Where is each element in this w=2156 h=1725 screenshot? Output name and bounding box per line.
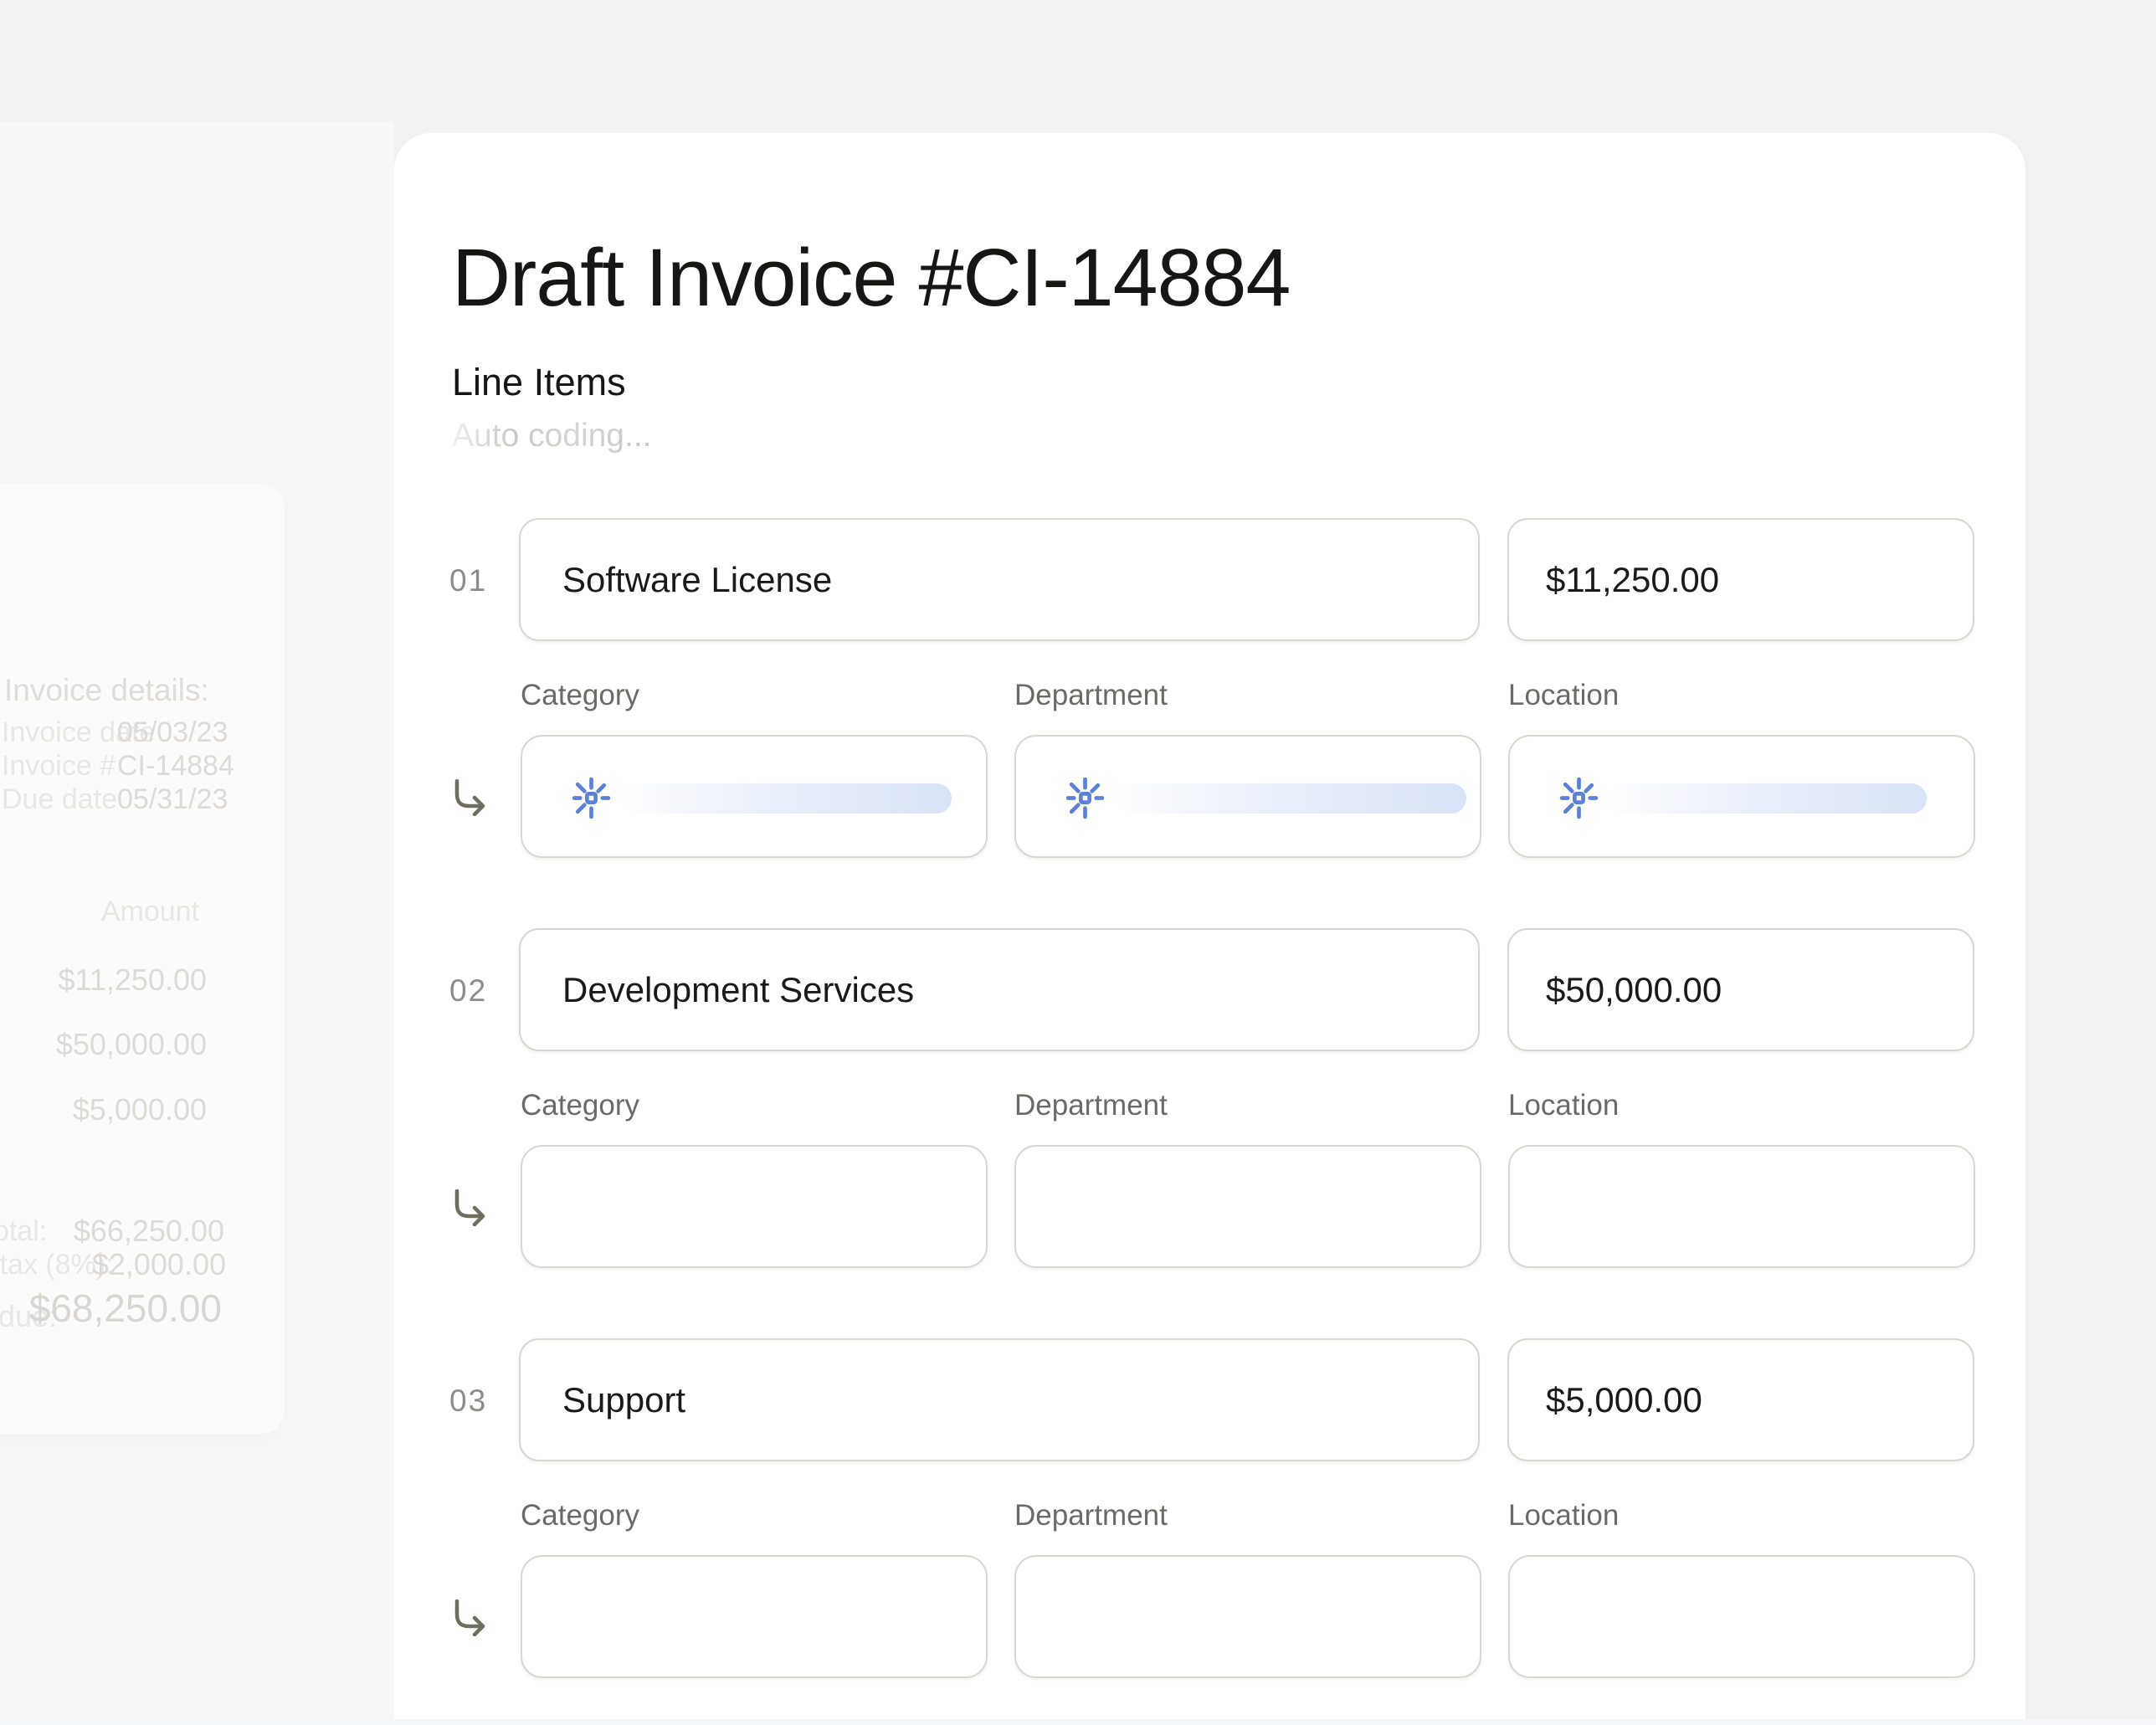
- category-select-3[interactable]: [521, 1555, 988, 1678]
- department-label-1: Department: [1014, 679, 1168, 712]
- location-select-2[interactable]: [1508, 1145, 1975, 1268]
- invoice-number-value: CI-14884: [117, 750, 224, 783]
- subrow-arrow-icon: [451, 1599, 488, 1636]
- background-invoice-panel: Invoice details: Invoice date 05/03/23 I…: [0, 484, 285, 1434]
- amount-input-1[interactable]: [1507, 518, 1974, 641]
- department-select-2[interactable]: [1014, 1145, 1481, 1268]
- subtotal-label: Subtotal:: [0, 1215, 47, 1248]
- invoice-details-heading: Invoice details:: [4, 673, 209, 708]
- due-date-value: 05/31/23: [117, 783, 224, 816]
- subrow-arrow-icon: [451, 1189, 488, 1226]
- location-label-1: Location: [1508, 679, 1619, 712]
- bg-amount-2: $50,000.00: [39, 1027, 207, 1062]
- description-input-1[interactable]: [519, 518, 1480, 641]
- line-items-heading: Line Items: [452, 361, 626, 404]
- amount-input-3[interactable]: [1507, 1338, 1974, 1461]
- description-input-2[interactable]: [519, 928, 1480, 1051]
- bottom-edge-strip: [0, 1719, 2156, 1725]
- loading-shimmer: [1609, 783, 1927, 814]
- ai-sparkle-icon: [569, 776, 613, 820]
- page-title: Draft Invoice #CI-14884: [452, 227, 1290, 328]
- department-select-3[interactable]: [1014, 1555, 1481, 1678]
- auto-coding-status: Auto coding...: [452, 418, 652, 454]
- subtotal-value: $66,250.00: [57, 1214, 224, 1249]
- bg-amount-3: $5,000.00: [39, 1092, 207, 1127]
- amount-input-2[interactable]: [1507, 928, 1974, 1051]
- line-item-number: 03: [449, 1384, 508, 1419]
- category-select-2[interactable]: [521, 1145, 988, 1268]
- location-select-1[interactable]: [1508, 735, 1975, 858]
- category-label-2: Category: [521, 1089, 639, 1122]
- location-select-3[interactable]: [1508, 1555, 1975, 1678]
- category-label-3: Category: [521, 1499, 639, 1532]
- draft-invoice-card: Draft Invoice #CI-14884 Line Items Auto …: [394, 133, 2025, 1725]
- ai-sparkle-icon: [1063, 776, 1107, 820]
- department-select-1[interactable]: [1014, 735, 1481, 858]
- line-item-number: 01: [449, 563, 508, 598]
- location-label-3: Location: [1508, 1499, 1619, 1532]
- total-due-value: $68,250.00: [13, 1286, 222, 1331]
- ai-sparkle-icon: [1557, 776, 1601, 820]
- bg-amount-1: $11,250.00: [39, 963, 207, 998]
- due-date-label: Due date: [2, 783, 117, 816]
- amount-column-header: Amount: [32, 896, 199, 928]
- subrow-arrow-icon: [451, 779, 488, 816]
- loading-shimmer: [621, 783, 952, 814]
- description-input-3[interactable]: [519, 1338, 1480, 1461]
- invoice-date-value: 05/03/23: [117, 716, 224, 749]
- category-select-1[interactable]: [521, 735, 988, 858]
- department-label-3: Department: [1014, 1499, 1168, 1532]
- loading-shimmer: [1115, 783, 1466, 814]
- sales-tax-value: $2,000.00: [59, 1247, 226, 1282]
- category-label-1: Category: [521, 679, 639, 712]
- line-item-number: 02: [449, 973, 508, 1009]
- location-label-2: Location: [1508, 1089, 1619, 1122]
- invoice-number-label: Invoice #: [2, 750, 116, 783]
- department-label-2: Department: [1014, 1089, 1168, 1122]
